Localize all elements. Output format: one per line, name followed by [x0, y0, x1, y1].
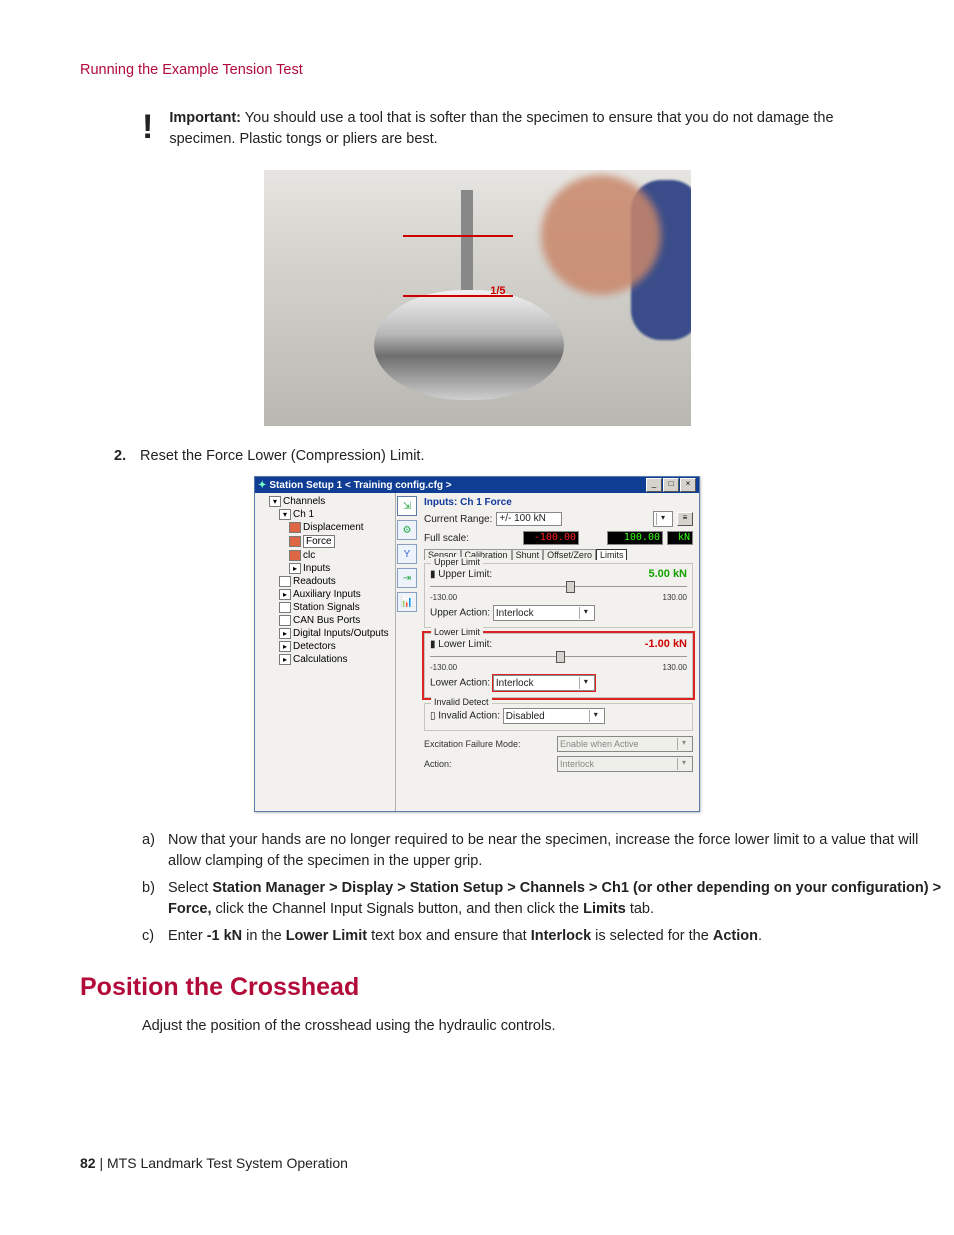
range-edit-button[interactable]: ≡: [677, 512, 693, 526]
input-panel: Inputs: Ch 1 Force Current Range: +/- 10…: [418, 493, 699, 811]
close-button[interactable]: ×: [680, 478, 696, 492]
app-icon: ✦: [258, 480, 266, 491]
important-note: ! Important: You should use a tool that …: [142, 108, 874, 150]
invalid-action-select[interactable]: Disabled▾: [503, 708, 605, 724]
station-setup-window: ✦ Station Setup 1 < Training config.cfg …: [254, 476, 700, 812]
dimension-label: 1/5: [490, 285, 505, 297]
upper-limit-value[interactable]: 5.00 kN: [648, 568, 687, 580]
tab-offsetzero[interactable]: Offset/Zero: [543, 549, 596, 560]
invalid-detect-group: Invalid Detect ▯ Invalid Action: Disable…: [424, 703, 693, 731]
substeps: a) Now that your hands are no longer req…: [142, 830, 952, 947]
lower-limit-group: Lower Limit ▮ Lower Limit: -1.00 kN -130…: [424, 633, 693, 698]
step-2: 2. Reset the Force Lower (Compression) L…: [114, 448, 874, 464]
important-label: Important:: [169, 110, 241, 126]
fullscale-neg: -100.00: [523, 531, 579, 545]
substep-b: Select Station Manager > Display > Stati…: [168, 878, 952, 920]
panel-title: Inputs: Ch 1 Force: [424, 497, 693, 508]
nav-tree[interactable]: ▾Channels ▾Ch 1 Displacement Force clc ▸…: [255, 493, 396, 811]
current-range-label: Current Range:: [424, 514, 492, 525]
fullscale-unit: kN: [667, 531, 693, 545]
page-footer: 82 | MTS Landmark Test System Operation: [80, 1155, 348, 1171]
lower-action-select[interactable]: Interlock▾: [493, 675, 595, 691]
important-text: Important: You should use a tool that is…: [169, 108, 874, 150]
substep-c: Enter -1 kN in the Lower Limit text box …: [168, 926, 762, 947]
instruction-photo: 1/5: [264, 170, 691, 426]
fullscale-label: Full scale:: [424, 533, 469, 544]
titlebar: ✦ Station Setup 1 < Training config.cfg …: [255, 477, 699, 493]
section-header: Running the Example Tension Test: [80, 62, 874, 78]
lower-limit-value[interactable]: -1.00 kN: [645, 638, 687, 650]
current-range-value[interactable]: +/- 100 kN: [496, 512, 562, 526]
tab-shunt[interactable]: Shunt: [512, 549, 544, 560]
efm-label: Excitation Failure Mode:: [424, 739, 521, 749]
action-select[interactable]: Interlock▾: [557, 756, 693, 772]
upper-limit-group: Upper Limit ▮ Upper Limit: 5.00 kN -130.…: [424, 563, 693, 628]
maximize-button[interactable]: □: [663, 478, 679, 492]
minimize-button[interactable]: _: [646, 478, 662, 492]
tool-btn-3[interactable]: Y: [397, 544, 417, 564]
lower-limit-slider[interactable]: [430, 652, 687, 662]
important-body: You should use a tool that is softer tha…: [169, 110, 833, 147]
window-title: Station Setup 1 < Training config.cfg >: [269, 480, 451, 491]
upper-action-select[interactable]: Interlock▾: [493, 605, 595, 621]
efm-select[interactable]: Enable when Active▾: [557, 736, 693, 752]
important-icon: !: [142, 108, 153, 150]
tab-limits[interactable]: Limits: [596, 549, 628, 560]
page-number: 82: [80, 1155, 96, 1171]
action-label: Action:: [424, 759, 452, 769]
heading-position-crosshead: Position the Crosshead: [80, 973, 874, 1002]
upper-limit-slider[interactable]: [430, 582, 687, 592]
substep-a: Now that your hands are no longer requir…: [168, 830, 952, 872]
crosshead-paragraph: Adjust the position of the crosshead usi…: [142, 1016, 874, 1037]
toolbar-column: ⇲ ⚙ Y ⇥ 📊: [396, 493, 418, 811]
fullscale-pos: 100.00: [607, 531, 663, 545]
step-text: Reset the Force Lower (Compression) Limi…: [140, 448, 424, 464]
tool-btn-5[interactable]: 📊: [397, 592, 417, 612]
tool-btn-2[interactable]: ⚙: [397, 520, 417, 540]
tree-item-force[interactable]: Force: [303, 535, 335, 548]
range-dropdown-icon[interactable]: ▾: [653, 511, 673, 527]
step-number: 2.: [114, 448, 136, 464]
tool-signals[interactable]: ⇲: [397, 496, 417, 516]
tool-btn-4[interactable]: ⇥: [397, 568, 417, 588]
footer-title: MTS Landmark Test System Operation: [107, 1155, 348, 1171]
